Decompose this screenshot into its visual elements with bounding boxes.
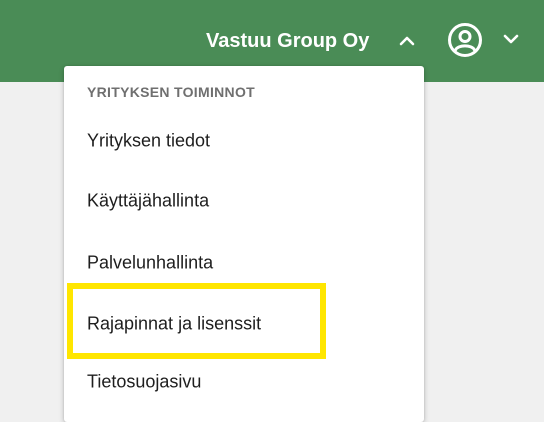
user-avatar-icon[interactable]	[447, 22, 483, 58]
menu-item-label: Käyttäjähallinta	[87, 190, 210, 211]
menu-item-label: Tietosuojasivu	[87, 371, 202, 392]
chevron-up-icon[interactable]	[396, 30, 418, 52]
menu-item-yrityksen-tiedot[interactable]: Yrityksen tiedot	[64, 113, 424, 169]
menu-item-tietosuojasivu[interactable]: Tietosuojasivu	[64, 354, 424, 410]
menu-item-rajapinnat-ja-lisenssit[interactable]: Rajapinnat ja lisenssit	[64, 296, 424, 352]
company-actions-menu: YRITYKSEN TOIMINNOT Yrityksen tiedot Käy…	[64, 66, 424, 422]
chevron-down-icon[interactable]	[500, 28, 522, 50]
menu-item-label: Rajapinnat ja lisenssit	[87, 313, 262, 334]
menu-item-label: Yrityksen tiedot	[87, 130, 211, 151]
menu-item-kayttajahallinta[interactable]: Käyttäjähallinta	[64, 173, 424, 229]
menu-section-title: YRITYKSEN TOIMINNOT	[87, 84, 256, 100]
menu-item-palvelunhallinta[interactable]: Palvelunhallinta	[64, 235, 424, 291]
company-name[interactable]: Vastuu Group Oy	[206, 26, 369, 56]
menu-item-label: Palvelunhallinta	[87, 252, 214, 273]
